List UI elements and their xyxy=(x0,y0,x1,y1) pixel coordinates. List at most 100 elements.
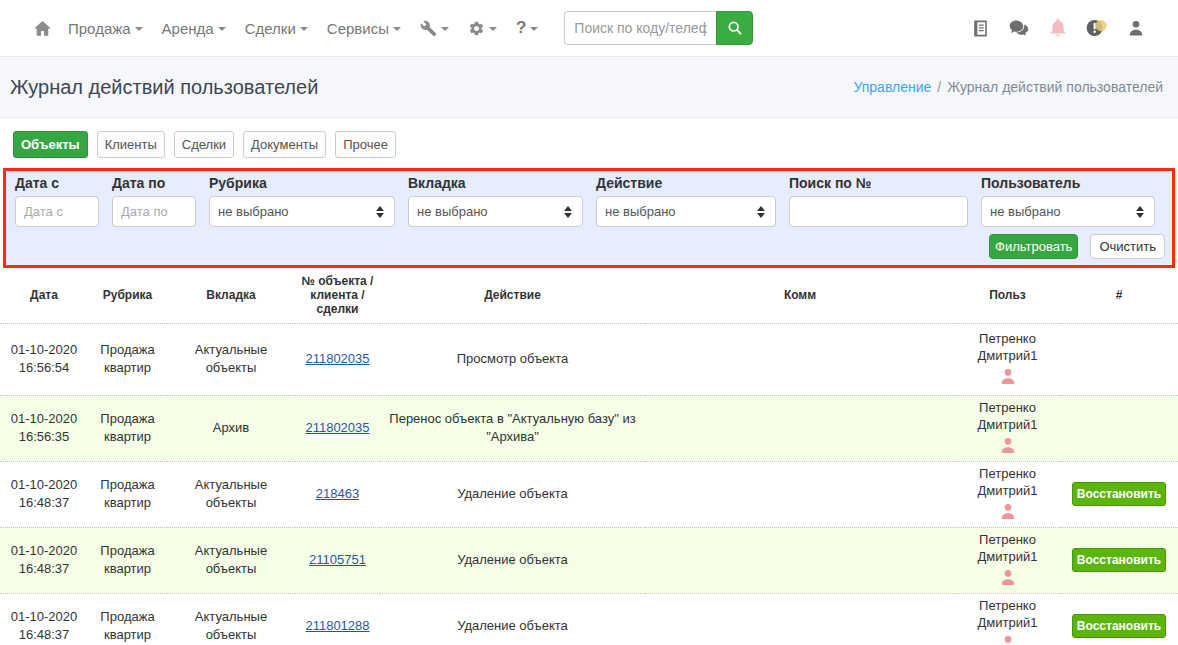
col-header-date: Дата xyxy=(0,268,88,323)
nav-item-prodazha[interactable]: Продажа xyxy=(68,20,143,37)
cell-object: 21105751 xyxy=(295,527,380,593)
gear-icon xyxy=(468,20,485,37)
search-box xyxy=(564,11,753,45)
help-icon: ? xyxy=(516,18,526,38)
cell-object: 211802035 xyxy=(295,323,380,395)
col-header-object: № объекта / клиента / сделки xyxy=(295,268,380,323)
table-row: 01-10-202016:48:37 Продажа квартир Актуа… xyxy=(0,593,1178,645)
row-tab: Архив xyxy=(191,419,271,437)
user-icon[interactable] xyxy=(998,367,1018,387)
chevron-down-icon xyxy=(300,27,308,31)
nav-item-help[interactable]: ? xyxy=(516,18,538,38)
breadcrumb-current: Журнал действий пользователей xyxy=(947,79,1163,95)
row-user-name: Петренко Дмитрий1 xyxy=(972,466,1044,500)
user-icon[interactable] xyxy=(998,502,1018,522)
wrench-icon xyxy=(420,20,437,37)
nav-item-label: Продажа xyxy=(68,20,131,37)
tab-obekty[interactable]: Объекты xyxy=(13,131,88,158)
date-to-input[interactable] xyxy=(112,196,196,227)
nav-item-arenda[interactable]: Аренда xyxy=(162,20,226,37)
journal-icon[interactable] xyxy=(968,16,992,40)
chevron-down-icon xyxy=(530,27,538,31)
tabs-bar: Объекты Клиенты Сделки Документы Прочее xyxy=(0,118,1178,168)
filter-panel: Дата с Дата по Рубрика не выбрано Вкладк… xyxy=(3,168,1175,268)
cell-comment xyxy=(645,593,955,645)
row-tab: Актуальные объекты xyxy=(191,476,271,512)
page-title: Журнал действий пользователей xyxy=(10,76,318,99)
row-time: 16:56:54 xyxy=(6,359,82,377)
clear-button[interactable]: Очистить xyxy=(1090,234,1165,259)
row-date: 01-10-2020 xyxy=(6,476,82,494)
filter-label: Действие xyxy=(596,175,776,191)
cell-restore xyxy=(1060,323,1178,395)
tab-select[interactable]: не выбрано xyxy=(408,196,583,227)
cell-comment xyxy=(645,461,955,527)
breadcrumb-link-upravlenie[interactable]: Управление xyxy=(853,79,931,95)
tab-dokumenty[interactable]: Документы xyxy=(243,131,326,158)
restore-button[interactable]: Восстановить xyxy=(1072,548,1166,572)
cell-rubric: Продажа квартир xyxy=(88,593,167,645)
row-action: Удаление объекта xyxy=(388,485,638,503)
cell-action: Просмотр объекта xyxy=(380,323,645,395)
user-icon[interactable] xyxy=(998,634,1018,645)
table-row: 01-10-202016:48:37 Продажа квартир Актуа… xyxy=(0,461,1178,527)
row-user-name: Петренко Дмитрий1 xyxy=(972,331,1044,365)
row-tab: Актуальные объекты xyxy=(191,341,271,377)
tab-prochee[interactable]: Прочее xyxy=(335,131,396,158)
notifications-bell-icon[interactable] xyxy=(1046,16,1070,40)
nav-item-servisy[interactable]: Сервисы xyxy=(327,20,401,37)
col-header-rubric: Рубрика xyxy=(88,268,167,323)
cell-comment xyxy=(645,527,955,593)
user-icon[interactable] xyxy=(998,436,1018,456)
cell-user: Петренко Дмитрий1 xyxy=(955,593,1060,645)
nav-item-settings[interactable] xyxy=(468,20,497,37)
filter-label: Поиск по № xyxy=(789,175,968,191)
object-link[interactable]: 21105751 xyxy=(309,552,366,567)
alerts-icon[interactable] xyxy=(1085,16,1109,40)
date-from-input[interactable] xyxy=(15,196,99,227)
user-profile-icon[interactable] xyxy=(1124,16,1148,40)
nav-item-sdelki[interactable]: Сделки xyxy=(245,20,308,37)
breadcrumb-separator: / xyxy=(937,79,941,95)
filter-date-from: Дата с xyxy=(15,175,99,227)
object-link[interactable]: 211802035 xyxy=(305,420,369,435)
search-button[interactable] xyxy=(716,11,753,45)
filter-action: Действие не выбрано xyxy=(596,175,776,227)
col-header-user: Польз xyxy=(955,268,1060,323)
cell-object: 211801288 xyxy=(295,593,380,645)
cell-tab: Актуальные объекты xyxy=(167,527,295,593)
row-action: Удаление объекта xyxy=(388,551,638,569)
filter-label: Дата по xyxy=(112,175,196,191)
cell-user: Петренко Дмитрий1 xyxy=(955,395,1060,461)
number-search-input[interactable] xyxy=(789,196,968,227)
tab-sdelki[interactable]: Сделки xyxy=(174,131,234,158)
search-input[interactable] xyxy=(564,11,716,45)
nav-item-tools[interactable] xyxy=(420,20,449,37)
cell-rubric: Продажа квартир xyxy=(88,527,167,593)
cell-date: 01-10-202016:48:37 xyxy=(0,527,88,593)
filter-rubric: Рубрика не выбрано xyxy=(209,175,395,227)
messages-icon[interactable] xyxy=(1007,16,1031,40)
user-icon[interactable] xyxy=(998,568,1018,588)
object-link[interactable]: 218463 xyxy=(316,486,359,501)
row-rubric: Продажа квартир xyxy=(97,542,159,578)
restore-button[interactable]: Восстановить xyxy=(1072,614,1166,638)
restore-button[interactable]: Восстановить xyxy=(1072,482,1166,506)
filter-button[interactable]: Фильтровать xyxy=(989,234,1078,259)
row-time: 16:48:37 xyxy=(6,626,82,644)
cell-action: Удаление объекта xyxy=(380,461,645,527)
chevron-down-icon xyxy=(135,27,143,31)
action-select[interactable]: не выбрано xyxy=(596,196,776,227)
rubric-select[interactable]: не выбрано xyxy=(209,196,395,227)
tab-klienty[interactable]: Клиенты xyxy=(97,131,165,158)
user-select[interactable]: не выбрано xyxy=(981,196,1155,227)
object-link[interactable]: 211802035 xyxy=(305,351,369,366)
table-row: 01-10-202016:56:35 Продажа квартир Архив… xyxy=(0,395,1178,461)
cell-user: Петренко Дмитрий1 xyxy=(955,323,1060,395)
object-link[interactable]: 211801288 xyxy=(305,618,369,633)
filter-label: Вкладка xyxy=(408,175,583,191)
row-action: Удаление объекта xyxy=(388,617,638,635)
cell-rubric: Продажа квартир xyxy=(88,323,167,395)
select-value: не выбрано xyxy=(417,204,488,219)
home-icon[interactable] xyxy=(33,19,52,38)
